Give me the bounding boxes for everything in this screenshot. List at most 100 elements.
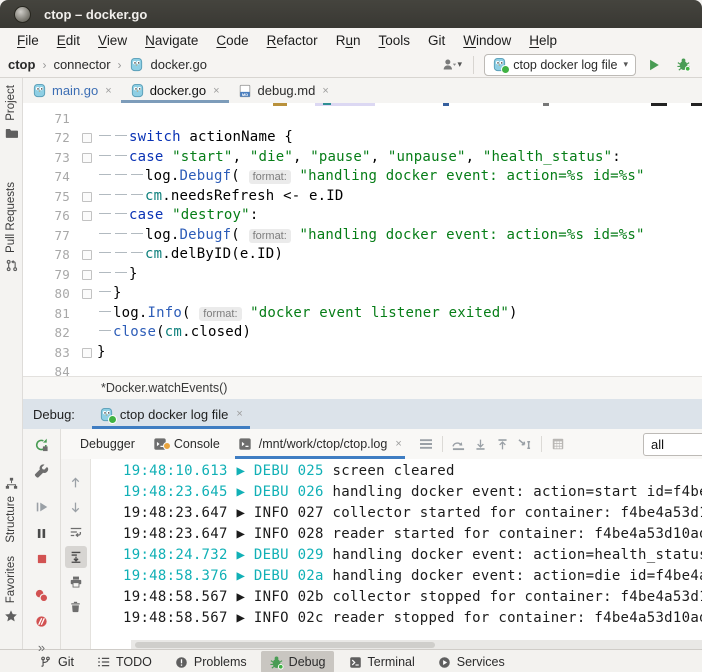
fold-marker-icon[interactable]: [82, 250, 92, 260]
log-line: 19:48:58.376 ▶ DEBU 02a handling docker …: [123, 566, 702, 587]
horizontal-scrollbar[interactable]: [131, 640, 702, 649]
menu-code[interactable]: Code: [207, 31, 257, 50]
structure-icon: [4, 476, 19, 491]
code-editor[interactable]: 7172switch actionName {73case "start", "…: [23, 103, 702, 376]
close-icon[interactable]: ×: [236, 408, 242, 420]
fold-marker-icon[interactable]: [82, 211, 92, 221]
statusbar-item-debug[interactable]: Debug: [261, 651, 334, 672]
move-down-button[interactable]: [470, 433, 492, 455]
stop-button[interactable]: [31, 548, 53, 570]
user-profile-button[interactable]: ▾: [441, 54, 463, 76]
close-icon[interactable]: ×: [322, 85, 328, 97]
attach-caret-button[interactable]: [514, 433, 536, 455]
menu-help[interactable]: Help: [520, 31, 566, 50]
menu-navigate[interactable]: Navigate: [136, 31, 207, 50]
editor-tab-main-go[interactable]: main.go×: [23, 78, 121, 103]
fold-gutter: [79, 109, 95, 129]
mute-breakpoints-button[interactable]: [31, 610, 53, 632]
statusbar-item-services[interactable]: Services: [429, 651, 513, 672]
tab-whitespace-mark: [115, 252, 127, 253]
log-line: 19:48:24.732 ▶ DEBU 029 handling docker …: [123, 545, 702, 566]
log-message: collector stopped for container: f4be4a5…: [324, 589, 702, 605]
tool-strip-structure[interactable]: Structure: [0, 476, 22, 543]
tool-strip-pull-requests[interactable]: Pull Requests: [0, 182, 22, 273]
fold-marker-icon[interactable]: [82, 289, 92, 299]
statusbar-item-todo[interactable]: TODO: [88, 651, 160, 672]
log-filter-combo[interactable]: all: [643, 433, 702, 456]
rerun-button[interactable]: [31, 434, 53, 456]
clear-trash-button[interactable]: [65, 596, 87, 618]
print-button[interactable]: [65, 571, 87, 593]
view-tab-label: Console: [174, 437, 220, 451]
run-config-combo[interactable]: ctop docker log file ▾: [484, 54, 636, 76]
arrow-up-button[interactable]: [65, 471, 87, 493]
menu-view[interactable]: View: [89, 31, 136, 50]
layout-grid-button[interactable]: [547, 433, 569, 455]
resume-button[interactable]: [31, 496, 53, 518]
method-context-bar[interactable]: *Docker.watchEvents(): [23, 376, 702, 399]
close-icon[interactable]: ×: [395, 438, 401, 450]
pause-button[interactable]: [31, 522, 53, 544]
view-tab-debugger[interactable]: Debugger: [71, 429, 144, 459]
close-icon[interactable]: ×: [105, 85, 111, 97]
scroll-to-end-button[interactable]: [65, 546, 87, 568]
arrow-down-button[interactable]: [65, 496, 87, 518]
window-button-icon[interactable]: [14, 6, 31, 23]
breadcrumb-item[interactable]: docker.go: [151, 57, 207, 72]
log-output[interactable]: 19:48:10.613 ▶ DEBU 025 screen cleared19…: [91, 459, 702, 649]
menu-burger-button[interactable]: [415, 433, 437, 455]
breadcrumb-item[interactable]: connector: [53, 57, 110, 72]
move-up-button[interactable]: [492, 433, 514, 455]
menu-refactor[interactable]: Refactor: [258, 31, 327, 50]
code-line: 81log.Info( format: "docker event listen…: [23, 304, 702, 324]
fold-gutter: [79, 362, 95, 376]
fold-marker-icon[interactable]: [82, 270, 92, 280]
close-icon[interactable]: ×: [213, 85, 219, 97]
tab-whitespace-mark: [115, 213, 127, 214]
tab-whitespace-mark: [99, 174, 111, 175]
menu-edit[interactable]: Edit: [48, 31, 89, 50]
fold-marker-icon[interactable]: [82, 348, 92, 358]
statusbar-item-terminal[interactable]: Terminal: [340, 651, 423, 672]
debug-panel-label: Debug:: [33, 407, 75, 422]
breadcrumb-item[interactable]: ctop: [8, 57, 35, 72]
view-breakpoints-button[interactable]: [31, 584, 53, 606]
statusbar-item-git[interactable]: Git: [30, 651, 82, 672]
menu-tools[interactable]: Tools: [369, 31, 419, 50]
tool-strip-favorites[interactable]: Favorites: [0, 556, 22, 623]
run-button[interactable]: [643, 54, 665, 76]
scrollbar-thumb[interactable]: [135, 642, 435, 648]
user-icon: [442, 57, 457, 72]
editor-tab-debug-md[interactable]: MDdebug.md×: [229, 78, 338, 103]
fold-marker-icon[interactable]: [82, 133, 92, 143]
log-filter-value: all: [651, 437, 664, 452]
log-line: 19:48:58.567 ▶ INFO 02b collector stoppe…: [123, 587, 702, 608]
soft-wrap-button[interactable]: [65, 521, 87, 543]
editor-tab-docker-go[interactable]: docker.go×: [121, 78, 229, 103]
debug-panel-header: Debug: ctop docker log file ×: [23, 399, 702, 429]
line-number: 74: [23, 167, 79, 187]
jump-over-button[interactable]: [448, 433, 470, 455]
statusbar-item-label: TODO: [116, 655, 152, 669]
stop-icon: [34, 552, 49, 567]
view-tab-console[interactable]: Console: [144, 429, 229, 459]
settings-wrench-button[interactable]: [31, 460, 53, 482]
context-method-label: *Docker.watchEvents(): [101, 381, 227, 395]
fold-marker-icon[interactable]: [82, 153, 92, 163]
menu-file[interactable]: File: [8, 31, 48, 50]
tool-strip-project[interactable]: Project: [0, 85, 22, 141]
menu-window[interactable]: Window: [454, 31, 520, 50]
line-number: 75: [23, 187, 79, 207]
statusbar-item-problems[interactable]: Problems: [166, 651, 255, 672]
code-line: 75cm.needsRefresh <- e.ID: [23, 187, 702, 207]
menu-run[interactable]: Run: [327, 31, 370, 50]
debug-session-tab[interactable]: ctop docker log file ×: [92, 399, 250, 429]
fold-marker-icon[interactable]: [82, 192, 92, 202]
tab-whitespace-mark: [99, 311, 111, 312]
view-tab--mnt-work-ctop-ctop-log[interactable]: /mnt/work/ctop/ctop.log×: [229, 429, 411, 459]
menu-git[interactable]: Git: [419, 31, 454, 50]
terminal-icon: [348, 655, 363, 670]
code-text: }: [95, 284, 702, 304]
tab-whitespace-mark: [99, 291, 111, 292]
debug-button[interactable]: [672, 54, 694, 76]
